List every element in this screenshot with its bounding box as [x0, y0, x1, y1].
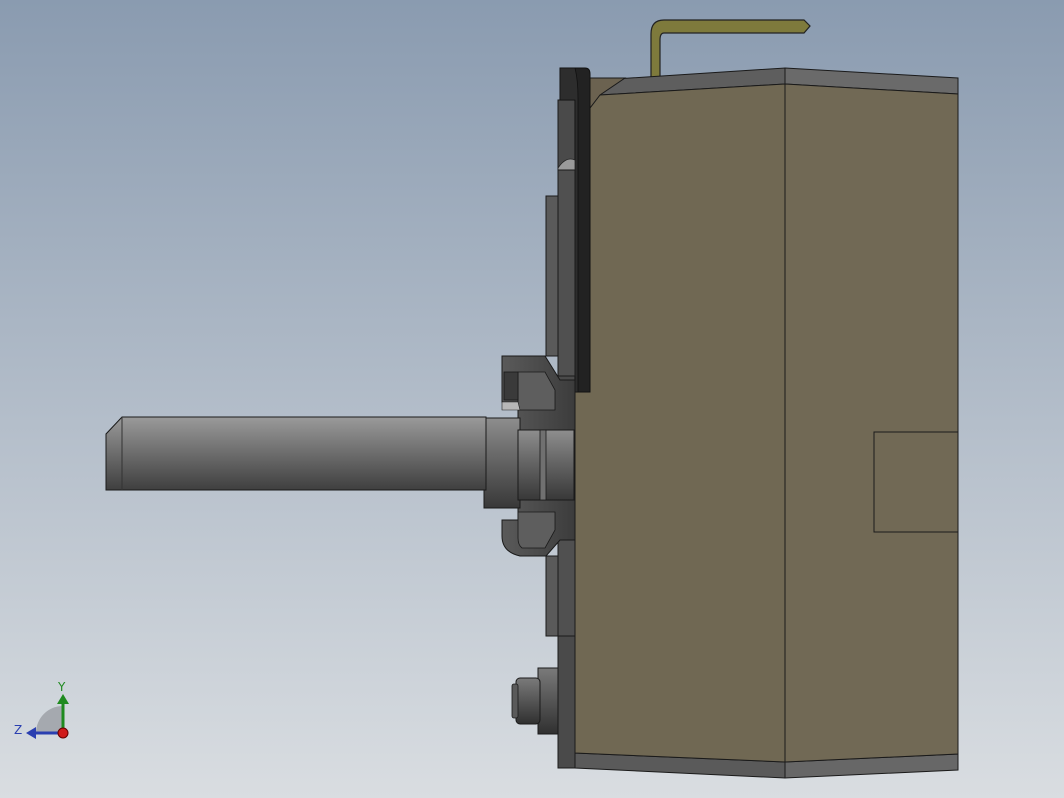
cable-gland-rim: [511, 683, 519, 719]
flange-slot: [503, 371, 519, 401]
output-shaft[interactable]: [105, 416, 487, 491]
shaft-hub[interactable]: [483, 417, 521, 509]
body-left-face[interactable]: [574, 83, 786, 763]
cable-gland-body[interactable]: [537, 667, 559, 735]
triad-origin-icon: [57, 727, 69, 739]
shaft-collar-ring: [539, 429, 547, 501]
rail-left: [545, 195, 559, 357]
flange-light-edge: [501, 401, 521, 411]
rail-left-lower: [545, 555, 559, 637]
cad-viewport[interactable]: Y Z: [0, 0, 1064, 798]
triad-label-z: Z: [14, 723, 22, 737]
triad-label-y: Y: [57, 680, 66, 694]
rail-inner: [557, 169, 576, 377]
body-right-face[interactable]: [784, 83, 959, 763]
cable-gland-nut[interactable]: [515, 677, 541, 725]
